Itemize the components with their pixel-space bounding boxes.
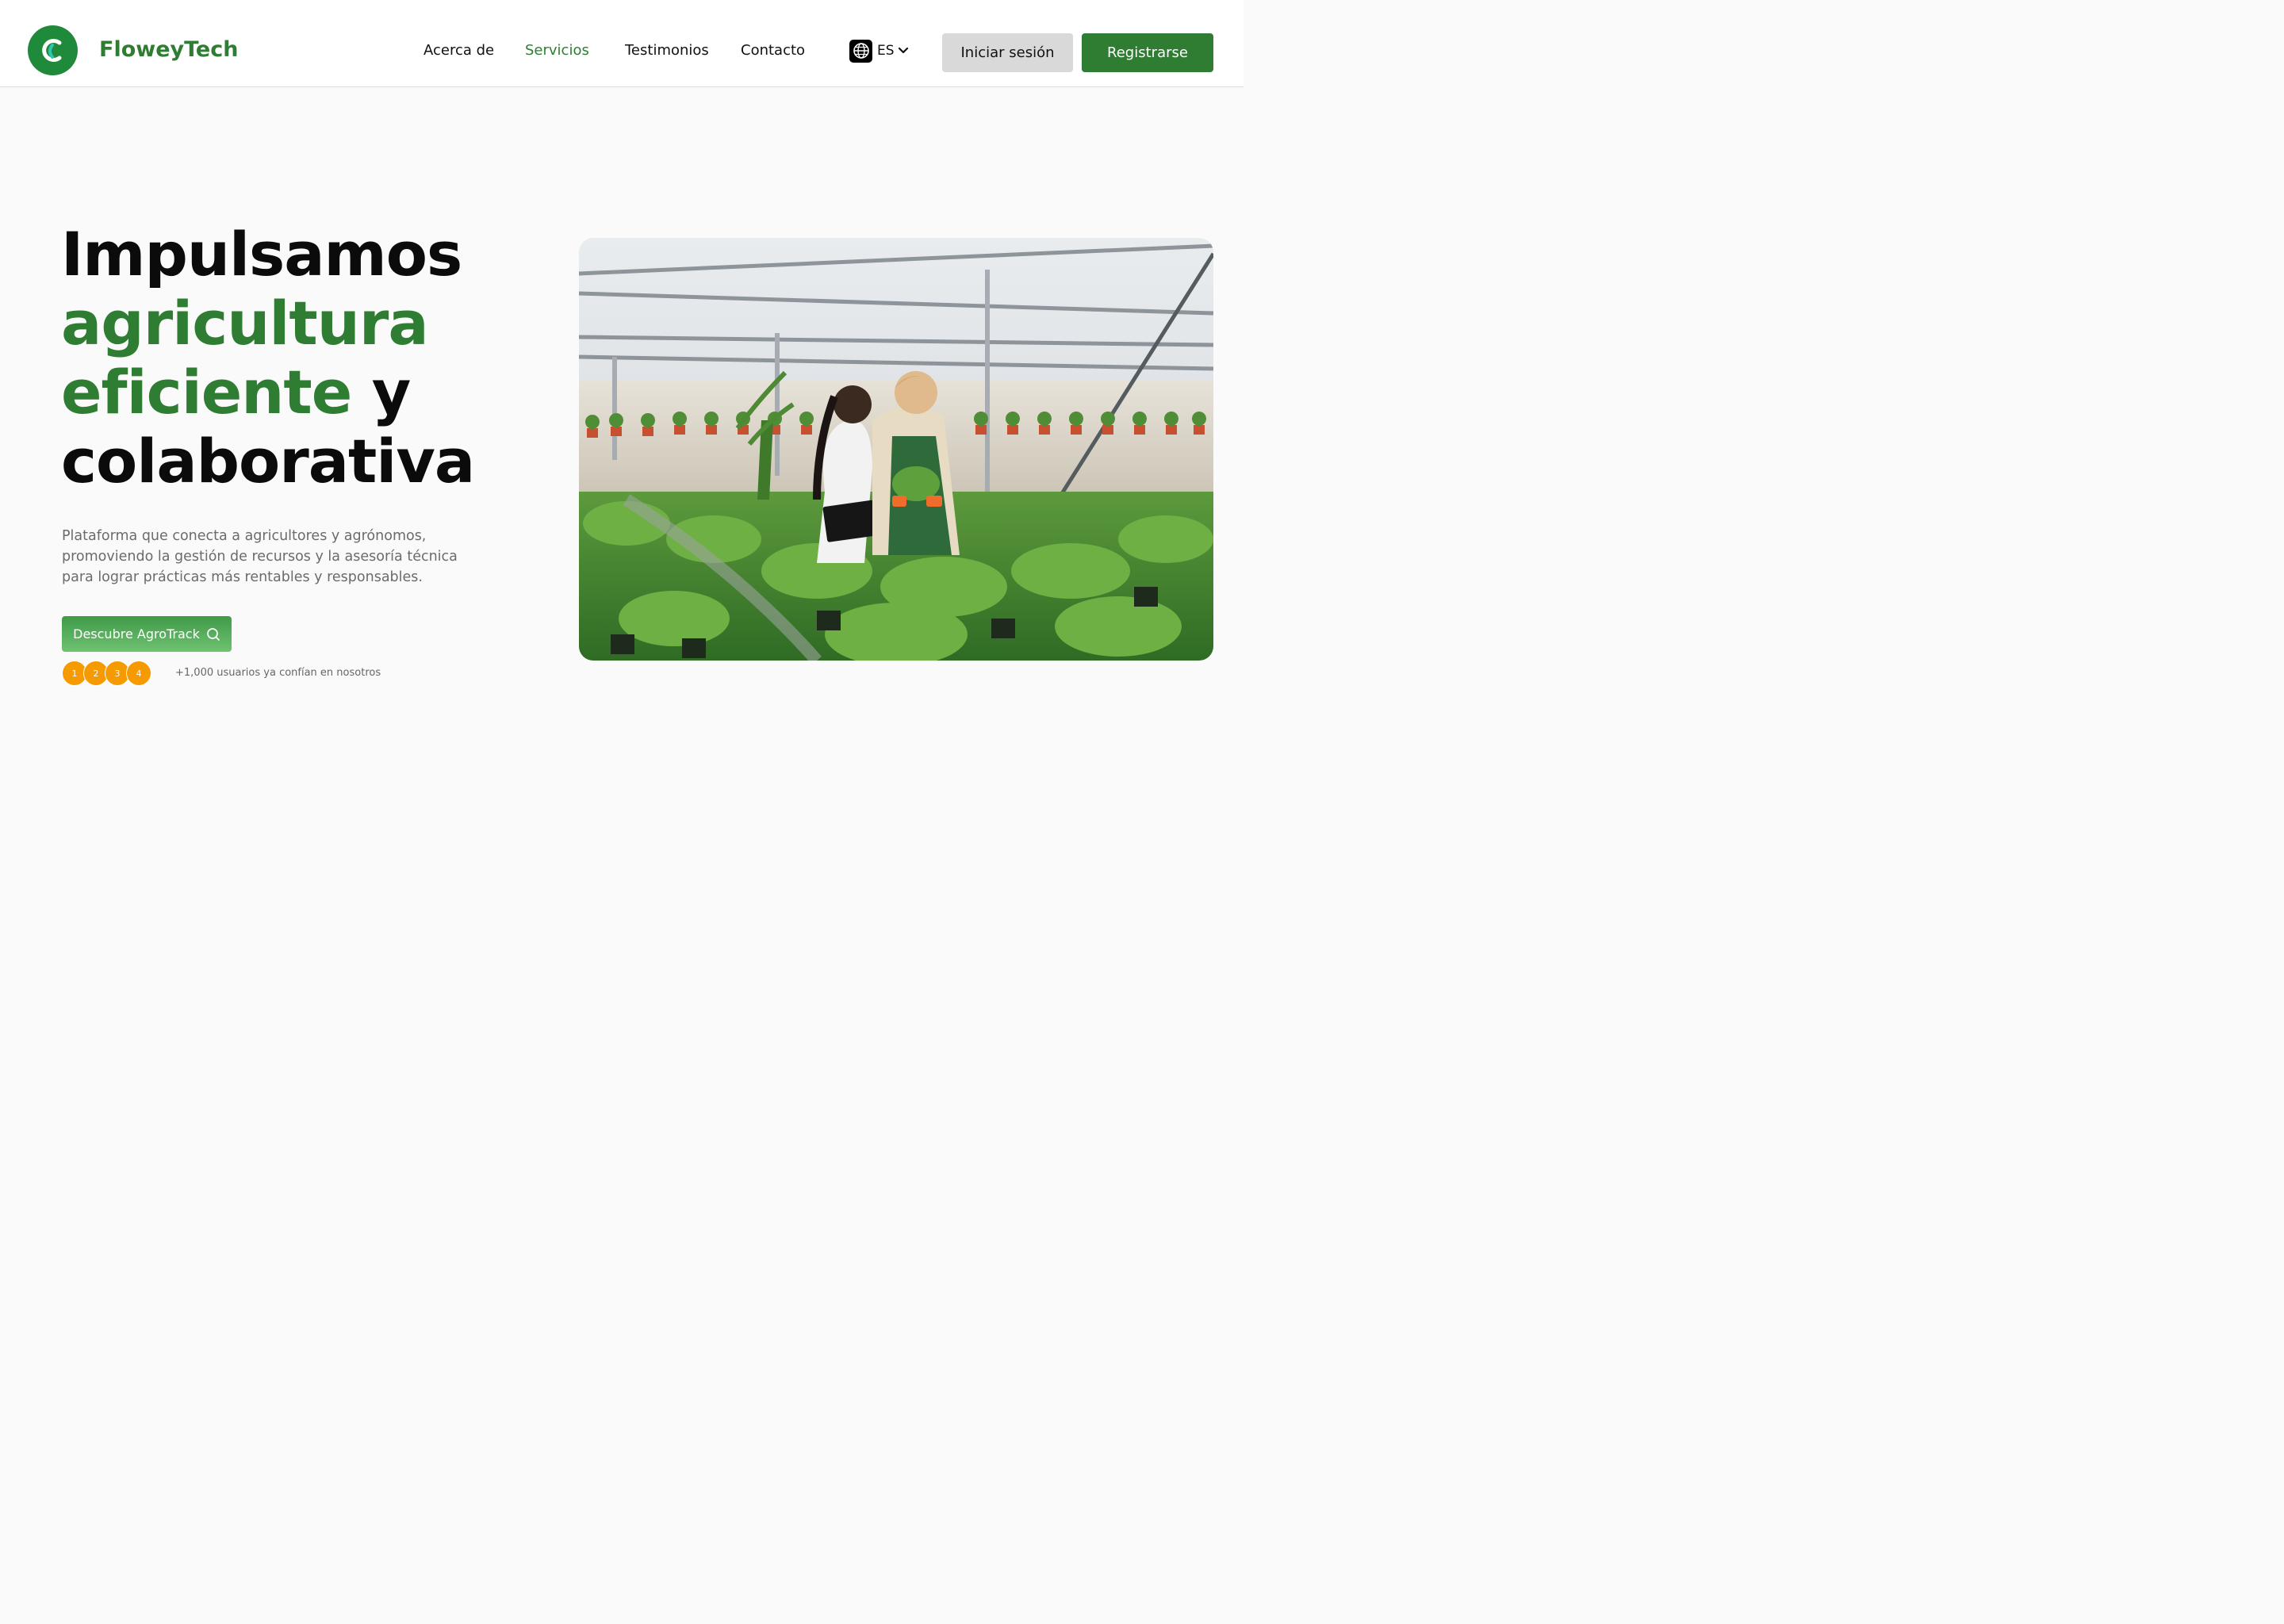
social-proof-text: +1,000 usuarios ya confían en nosotros	[175, 667, 381, 679]
top-navbar: FloweyTech Acerca de Servicios Testimoni…	[0, 0, 1244, 87]
hero-title-line4: colaborativa	[61, 426, 475, 496]
login-button[interactable]: Iniciar sesión	[942, 33, 1073, 72]
hero-greenhouse-image	[579, 238, 1213, 661]
language-code: ES	[877, 43, 895, 59]
nav-link-servicios[interactable]: Servicios	[525, 41, 589, 60]
search-icon	[207, 627, 220, 641]
hero-title-line3-rest: y	[371, 357, 412, 427]
globe-icon	[849, 39, 872, 63]
hero-title: Impulsamos agricultura eficiente y colab…	[61, 220, 569, 496]
nav-link-acerca[interactable]: Acerca de	[423, 41, 494, 60]
register-button[interactable]: Registrarse	[1082, 33, 1213, 72]
language-selector[interactable]: ES	[849, 38, 909, 63]
logo-mark-icon[interactable]	[28, 25, 78, 75]
hero-title-line2: agricultura	[61, 288, 429, 358]
brand-name[interactable]: FloweyTech	[99, 36, 238, 63]
hero-title-line1: Impulsamos	[61, 219, 462, 289]
hero-description: Plataforma que conecta a agricultores y …	[62, 528, 458, 585]
nav-link-contacto[interactable]: Contacto	[741, 41, 805, 60]
cta-label: Descubre AgroTrack	[73, 626, 200, 642]
hero-title-line3-green: eficiente	[61, 357, 352, 427]
chevron-down-icon	[898, 47, 908, 54]
nav-link-testimonios[interactable]: Testimonios	[625, 41, 709, 60]
discover-agrotrack-button[interactable]: Descubre AgroTrack	[62, 616, 232, 652]
avatar: 4	[126, 661, 151, 686]
